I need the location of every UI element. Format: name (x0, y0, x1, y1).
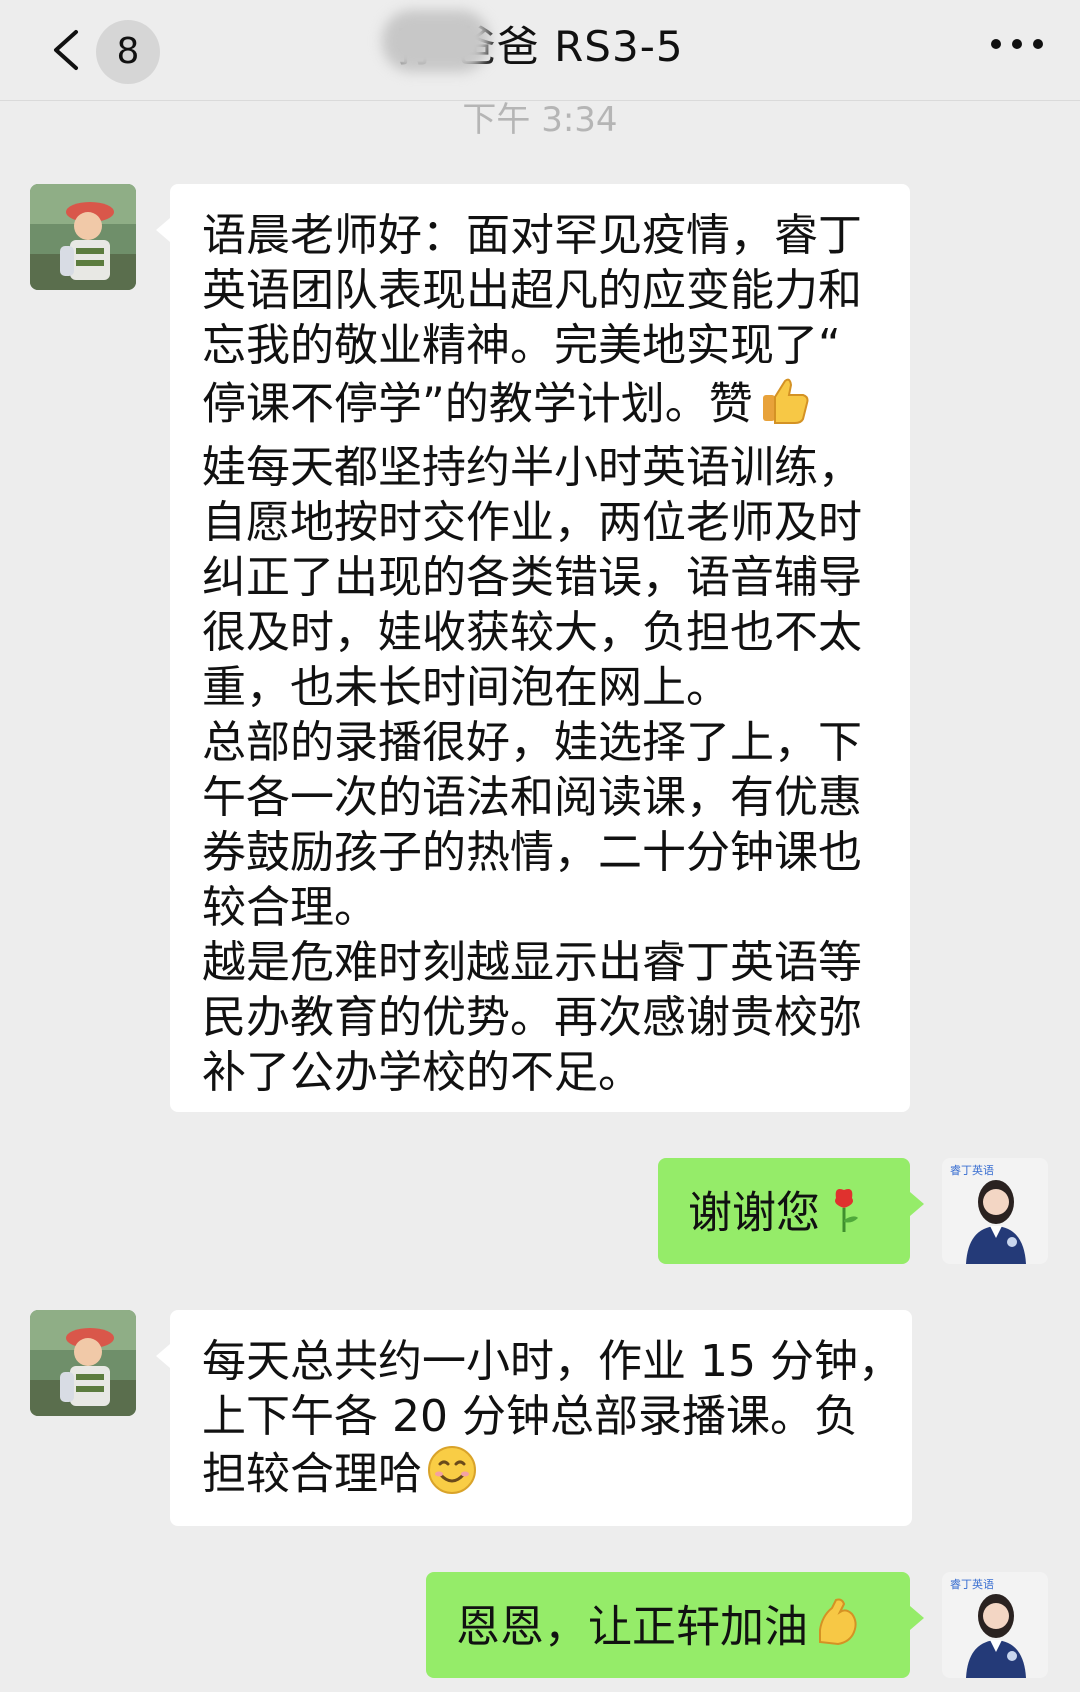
message-line-with-emoji: 担较合理哈 (202, 1444, 882, 1509)
message-line: 娃每天都坚持约半小时英语训练， (202, 442, 862, 493)
back-button[interactable]: 8 (46, 20, 166, 84)
message-bubble-incoming[interactable]: 语晨老师好：面对罕见疫情，睿丁 英语团队表现出超凡的应变能力和 忘我的敬业精神。… (156, 184, 910, 1112)
message-line: 券鼓励孩子的热情，二十分钟课也 (202, 827, 862, 878)
message-text: 谢谢您 (688, 1187, 820, 1239)
chat-title: 孙 爸爸 RS3-5 (396, 22, 684, 71)
message-line: 越是危难时刻越显示出睿丁英语等 (202, 937, 862, 988)
message-text: 恩恩，让正轩加油 (456, 1601, 808, 1653)
bubble-tail (156, 218, 170, 242)
flexed-biceps-emoji-icon (812, 1596, 864, 1663)
message-line: 停课不停学”的教学计划。赞 (202, 378, 753, 430)
message-line: 英语团队表现出超凡的应变能力和 (202, 265, 862, 316)
message-line: 每天总共约一小时，作业 15 分钟， (202, 1336, 902, 1387)
message-line: 纠正了出现的各类错误，语音辅导 (202, 552, 862, 603)
message-line: 语晨老师好：面对罕见疫情，睿丁 (202, 210, 862, 261)
thumbs-up-emoji-icon (757, 373, 811, 440)
message-line: 忘我的敬业精神。完美地实现了“ (202, 320, 841, 371)
unread-count-badge: 8 (96, 20, 160, 84)
bubble-tail (910, 1192, 924, 1216)
message-line: 民办教育的优势。再次感谢贵校弥 (202, 992, 862, 1043)
teacher-photo-avatar: 睿丁英语 (942, 1158, 1048, 1264)
smile-emoji-icon (426, 1444, 478, 1509)
sender-avatar[interactable] (30, 184, 136, 290)
message-line-with-emoji: 谢谢您 (688, 1182, 880, 1249)
my-avatar[interactable]: 睿丁英语 (942, 1572, 1048, 1678)
message-line: 重，也未长时间泡在网上。 (202, 662, 730, 713)
teacher-photo-avatar: 睿丁英语 (942, 1572, 1048, 1678)
more-options-button[interactable] (984, 26, 1050, 70)
bubble-tail (156, 1344, 170, 1368)
message-line: 总部的录播很好，娃选择了上，下 (202, 717, 862, 768)
message-line: 上下午各 20 分钟总部录播课。负 (202, 1391, 858, 1442)
message-line-with-emoji: 恩恩，让正轩加油 (456, 1596, 880, 1663)
message-line: 午各一次的语法和阅读课，有优惠 (202, 772, 862, 823)
message-line: 补了公办学校的不足。 (202, 1047, 642, 1098)
message-line: 自愿地按时交作业，两位老师及时 (202, 497, 862, 548)
message-bubble-outgoing[interactable]: 恩恩，让正轩加油 (426, 1572, 924, 1678)
message-line: 担较合理哈 (202, 1448, 422, 1500)
name-redaction-blur (382, 10, 490, 72)
child-photo-avatar (30, 184, 136, 290)
svg-text:睿丁英语: 睿丁英语 (950, 1163, 994, 1177)
message-bubble-outgoing[interactable]: 谢谢您 (658, 1158, 924, 1264)
message-line-with-emoji: 停课不停学”的教学计划。赞 (202, 373, 880, 440)
message-bubble-incoming[interactable]: 每天总共约一小时，作业 15 分钟， 上下午各 20 分钟总部录播课。负 担较合… (156, 1310, 912, 1526)
child-photo-avatar (30, 1310, 136, 1416)
bubble-tail (910, 1606, 924, 1630)
message-line: 很及时，娃收获较大，负担也不太 (202, 607, 862, 658)
my-avatar[interactable]: 睿丁英语 (942, 1158, 1048, 1264)
sender-avatar[interactable] (30, 1310, 136, 1416)
more-dots-icon (991, 39, 1043, 49)
svg-text:睿丁英语: 睿丁英语 (950, 1577, 994, 1591)
message-timestamp: 下午 3:34 (462, 100, 618, 140)
chat-header: 8 孙 爸爸 RS3-5 (0, 0, 1080, 101)
rose-emoji-icon (824, 1182, 864, 1249)
chevron-left-icon (54, 30, 78, 70)
message-line: 较合理。 (202, 882, 378, 933)
